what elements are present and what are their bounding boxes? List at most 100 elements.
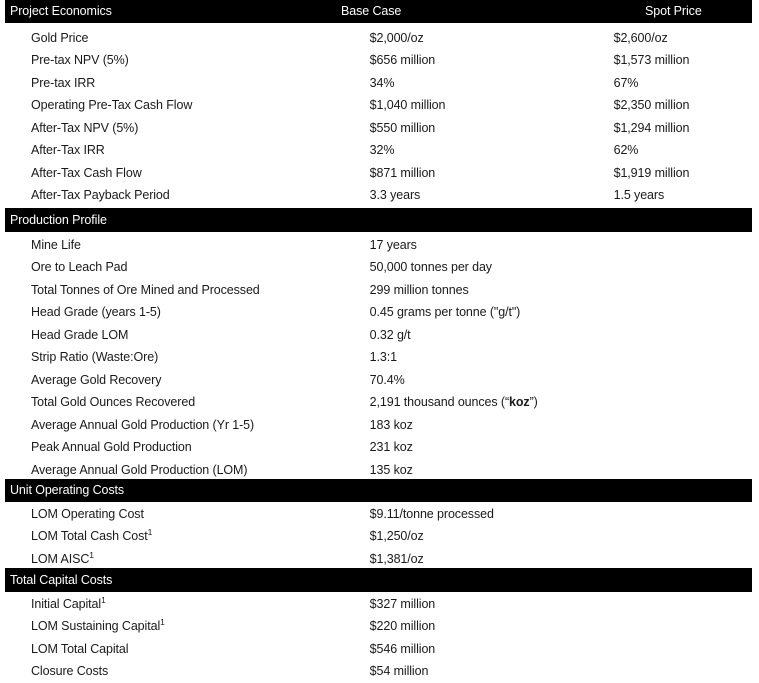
row-label-text: Gold Price [31, 30, 89, 45]
row-value-base-case: 32% [369, 143, 395, 158]
row-label: Average Annual Gold Production (LOM) [0, 464, 370, 477]
row-value-base-case: $1,040 million [369, 98, 446, 113]
row-label: Initial Capital1 [0, 594, 370, 611]
row-value-base-case: $1,381/oz [369, 551, 424, 566]
table-row: Gold Price $2,000/oz $2,600/oz [0, 27, 759, 49]
table-row: Strip Ratio (Waste:Ore) 1.3:1 [0, 347, 759, 369]
table-row: Total Gold Ounces Recovered 2,191 thousan… [0, 392, 759, 414]
footnote-marker: 1 [147, 527, 153, 538]
table-row: Ore to Leach Pad 50,000 tonnes per day [0, 257, 759, 279]
section-header-title: Project Economics [10, 4, 112, 19]
row-label-text: LOM Total Cash Cost [31, 529, 148, 544]
row-value-spot-price: $2,350 million [613, 98, 690, 113]
row-value-spot-price: $2,600/oz [613, 30, 668, 45]
row-label: Pre-tax IRR [0, 77, 370, 90]
row-label-text: Pre-tax NPV (5%) [31, 53, 129, 68]
row-value-base-case: $9.11/tonne processed [369, 506, 494, 521]
footnote-marker: 1 [160, 617, 165, 628]
table-row: After-Tax Payback Period 3.3 years 1.5 yea… [0, 185, 759, 207]
section-header-col2: Base Case [341, 4, 402, 19]
row-label: Gold Price [0, 32, 370, 45]
section-header-project-economics: Project Economics Base Case Spot Price [5, 0, 752, 23]
table-row: Operating Pre-Tax Cash Flow $1,040 millio… [0, 95, 759, 117]
row-label: Average Gold Recovery [0, 374, 370, 387]
table-row: Head Grade LOM 0.32 g/t [0, 324, 759, 346]
row-label-text: Initial Capital [31, 596, 102, 611]
table-row: Total Tonnes of Ore Mined and Processed 2… [0, 279, 759, 301]
table-row: Mine Life 17 years [0, 234, 759, 256]
row-label-text: After-Tax Cash Flow [31, 165, 142, 180]
table-row: Average Gold Recovery 70.4% [0, 369, 759, 391]
row-label-text: Peak Annual Gold Production [31, 440, 192, 455]
row-label: LOM Total Capital [0, 643, 370, 656]
row-label: After-Tax Cash Flow [0, 167, 370, 180]
row-label-text: LOM AISC [31, 551, 90, 566]
row-value-base-case: $656 million [369, 53, 436, 68]
row-value-base-case: $54 million [369, 664, 429, 679]
row-label: LOM Sustaining Capital1 [0, 617, 370, 634]
emphasized-term: koz [509, 395, 530, 410]
row-label-text: LOM Sustaining Capital [31, 619, 161, 634]
row-value-base-case: 299 million tonnes [369, 282, 469, 297]
row-label-text: Strip Ratio (Waste:Ore) [31, 350, 159, 365]
economics-summary-table: Project Economics Base Case Spot Price Gold… [0, 0, 759, 682]
row-label-text: Average Annual Gold Production (Yr 1-5) [31, 417, 255, 432]
row-value-spot-price: 1.5 years [613, 188, 665, 203]
row-value-base-case: $2,000/oz [369, 30, 424, 45]
section-header-title: Production Profile [10, 212, 107, 227]
table-row: Average Annual Gold Production (LOM) 135 … [0, 459, 759, 481]
row-value-base-case: 3.3 years [369, 188, 421, 203]
row-label: Peak Annual Gold Production [0, 441, 370, 454]
row-label: LOM Operating Cost [0, 508, 370, 521]
table-row: Closure Costs $54 million [0, 661, 759, 683]
row-label-text: Pre-tax IRR [31, 75, 96, 90]
row-value-base-case: $220 million [369, 619, 436, 634]
table-row: LOM AISC1 $1,381/oz [0, 548, 759, 570]
row-label-text: LOM Operating Cost [31, 506, 144, 521]
row-label-text: Mine Life [31, 237, 81, 252]
row-value-spot-price: $1,573 million [613, 53, 690, 68]
row-value-base-case: $546 million [369, 641, 436, 656]
table-row: LOM Sustaining Capital1 $220 million [0, 616, 759, 638]
row-label: Strip Ratio (Waste:Ore) [0, 351, 370, 364]
table-row: Initial Capital1 $327 million [0, 593, 759, 615]
section-header-title: Unit Operating Costs [10, 483, 125, 498]
footnote-marker: 1 [89, 549, 94, 560]
footnote-marker: 1 [101, 594, 106, 605]
row-label-text: Total Gold Ounces Recovered [31, 395, 196, 410]
section-header-title: Total Capital Costs [10, 572, 113, 587]
table-row: Pre-tax IRR 34% 67% [0, 72, 759, 94]
row-label-text: Average Annual Gold Production (LOM) [31, 462, 248, 477]
row-label: LOM Total Cash Cost1 [0, 527, 370, 544]
row-label-text: After-Tax IRR [31, 143, 105, 158]
row-value-base-case: 231 koz [369, 440, 413, 455]
row-label: Total Gold Ounces Recovered [0, 396, 370, 409]
row-label: Pre-tax NPV (5%) [0, 54, 370, 67]
row-value-base-case: 17 years [369, 237, 417, 252]
row-value-base-case: 2,191 thousand ounces (“koz”) [369, 395, 538, 410]
row-label-text: LOM Total Capital [31, 641, 129, 656]
row-value-base-case: 135 koz [369, 462, 413, 477]
row-label-text: Head Grade (years 1-5) [31, 305, 161, 320]
table-row: After-Tax IRR 32% 62% [0, 140, 759, 162]
row-value-base-case: 70.4% [369, 372, 405, 387]
table-row: Peak Annual Gold Production 231 koz [0, 437, 759, 459]
table-row: Pre-tax NPV (5%) $656 million $1,573 milli… [0, 50, 759, 72]
row-label: Mine Life [0, 239, 370, 252]
row-label-text: Head Grade LOM [31, 327, 129, 342]
row-label: After-Tax NPV (5%) [0, 122, 370, 135]
row-value-base-case: 183 koz [369, 417, 413, 432]
row-value-spot-price: 62% [613, 143, 639, 158]
row-value-spot-price: 67% [613, 75, 639, 90]
row-label: Ore to Leach Pad [0, 261, 370, 274]
row-value-base-case: 50,000 tonnes per day [369, 260, 492, 275]
row-label: Closure Costs [0, 665, 370, 678]
section-header-unit-operating-costs: Unit Operating Costs [5, 479, 752, 502]
row-label-text: Ore to Leach Pad [31, 260, 128, 275]
row-label: Head Grade (years 1-5) [0, 306, 370, 319]
row-label: Operating Pre-Tax Cash Flow [0, 99, 370, 112]
row-value-base-case: 1.3:1 [369, 350, 397, 365]
row-value-base-case: 0.32 g/t [369, 327, 411, 342]
section-header-col3: Spot Price [645, 4, 702, 19]
table-row: Head Grade (years 1-5) 0.45 grams per ton… [0, 302, 759, 324]
